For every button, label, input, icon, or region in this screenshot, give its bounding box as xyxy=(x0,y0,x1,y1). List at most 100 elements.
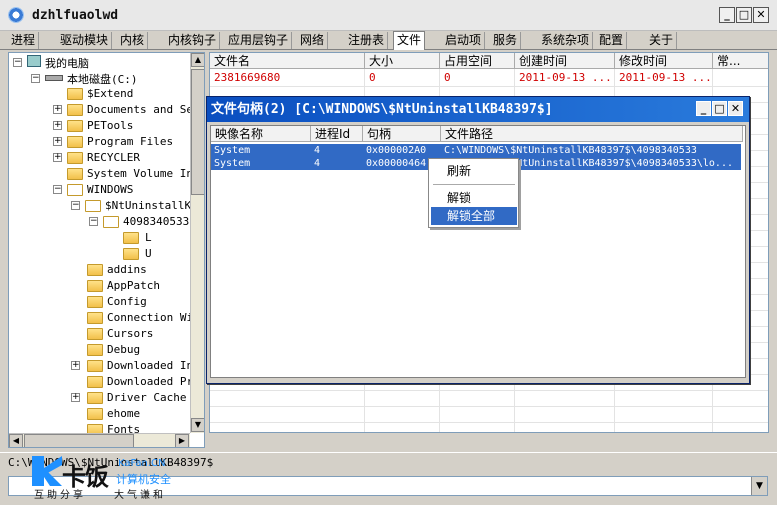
tree-node[interactable]: addins xyxy=(87,263,204,277)
watermark-slogan-right: 大气谦和 xyxy=(114,490,166,501)
folder-icon xyxy=(67,168,83,180)
folder-icon xyxy=(67,136,83,148)
tree-node[interactable]: Connection Wiz xyxy=(87,311,204,325)
folder-icon xyxy=(87,312,103,324)
tree-node[interactable]: Cursors xyxy=(87,327,204,341)
chevron-down-icon[interactable]: ▼ xyxy=(751,477,767,495)
tab-driver-modules[interactable]: 驱动模块 xyxy=(57,32,113,49)
expand-icon[interactable]: + xyxy=(53,105,62,114)
minimize-button[interactable]: _ xyxy=(719,7,735,23)
menu-separator xyxy=(433,184,515,185)
scroll-down-icon[interactable]: ▼ xyxy=(191,418,204,432)
folder-icon xyxy=(87,392,103,404)
tree-node[interactable]: + PETools xyxy=(53,119,203,133)
tab-kernel[interactable]: 内核 xyxy=(117,32,149,49)
collapse-icon[interactable]: − xyxy=(31,74,40,83)
scroll-left-icon[interactable]: ◀ xyxy=(9,434,23,447)
directory-tree[interactable]: − 我的电脑 − 本地磁盘(C:) $Extend + Documents and… xyxy=(8,52,205,448)
table-row[interactable]: System 4 0x000002A0 C:\WINDOWS\$NtUninst… xyxy=(211,144,741,157)
tree-label: 本地磁盘(C:) xyxy=(67,73,138,86)
tree-node[interactable]: ehome xyxy=(87,407,204,421)
cell-disk-usage: 0 xyxy=(444,71,451,84)
tab-startup[interactable]: 启动项 xyxy=(442,32,486,49)
column-header-file-path[interactable]: 文件路径 xyxy=(441,126,743,142)
tab-kernel-hooks[interactable]: 内核钩子 xyxy=(165,32,221,49)
tree-node-my-computer[interactable]: − 我的电脑 xyxy=(13,55,193,70)
cell-created: 2011-09-13 ... xyxy=(519,71,612,84)
expand-icon[interactable]: + xyxy=(53,153,62,162)
app-icon xyxy=(8,7,24,23)
tree-node[interactable]: + Driver Cache xyxy=(71,391,201,405)
tree-node[interactable]: Config xyxy=(87,295,204,309)
scroll-thumb[interactable] xyxy=(191,69,204,195)
tree-node[interactable]: System Volume Inf xyxy=(67,167,204,181)
tree-node[interactable]: $Extend xyxy=(67,87,204,101)
folder-icon xyxy=(67,88,83,100)
collapse-icon[interactable]: − xyxy=(71,201,80,210)
column-header-pid[interactable]: 进程Id xyxy=(311,126,363,142)
column-header-modified[interactable]: 修改时间 xyxy=(615,53,713,69)
scroll-right-icon[interactable]: ▶ xyxy=(175,434,189,447)
column-header-size[interactable]: 大小 xyxy=(365,53,440,69)
cell-file-path: C:\WINDOWS\$NtUninstallKB48397$\40983405… xyxy=(444,145,697,156)
tab-process[interactable]: 进程 xyxy=(8,32,40,49)
tab-about[interactable]: 关于 xyxy=(646,32,678,49)
tab-file[interactable]: 文件 xyxy=(393,31,426,50)
column-header-created[interactable]: 创建时间 xyxy=(515,53,615,69)
tab-config[interactable]: 配置 xyxy=(596,32,628,49)
tree-node-drive-c[interactable]: − 本地磁盘(C:) xyxy=(31,71,201,86)
scroll-thumb[interactable] xyxy=(24,434,134,447)
menu-item-unlock-all[interactable]: 解锁全部 xyxy=(431,207,517,225)
tree-node[interactable]: U xyxy=(123,247,183,261)
column-header-disk-usage[interactable]: 占用空间 xyxy=(440,53,515,69)
folder-icon xyxy=(67,120,83,132)
dialog-minimize-button[interactable]: _ xyxy=(696,101,711,116)
folder-icon xyxy=(87,376,103,388)
cell-pid: 4 xyxy=(314,145,321,156)
expand-icon[interactable]: + xyxy=(71,393,80,402)
menu-item-refresh[interactable]: 刷新 xyxy=(431,162,517,180)
column-header-image-name[interactable]: 映像名称 xyxy=(211,126,311,142)
tree-horizontal-scrollbar[interactable]: ◀ ▶ xyxy=(9,433,190,447)
maximize-button[interactable]: □ xyxy=(736,7,752,23)
expand-icon[interactable]: + xyxy=(53,121,62,130)
open-folder-icon xyxy=(85,200,101,212)
collapse-icon[interactable]: − xyxy=(13,58,22,67)
tree-node[interactable]: + Downloaded Ins xyxy=(71,359,201,373)
folder-icon xyxy=(87,408,103,420)
tree-node[interactable]: + RECYCLER xyxy=(53,151,203,165)
scroll-up-icon[interactable]: ▲ xyxy=(191,53,204,67)
tree-node[interactable]: Debug xyxy=(87,343,204,357)
menu-item-unlock[interactable]: 解锁 xyxy=(431,189,517,207)
tree-node[interactable]: + Program Files xyxy=(53,135,203,149)
tree-node[interactable]: AppPatch xyxy=(87,279,204,293)
watermark-slogan-left: 互助分享 xyxy=(34,490,86,501)
column-header-attributes[interactable]: 常... xyxy=(713,53,768,69)
title-bar: dzhlfuaolwd _ □ ✕ xyxy=(0,0,777,31)
collapse-icon[interactable]: − xyxy=(53,185,62,194)
tree-node-windows[interactable]: − WINDOWS xyxy=(53,183,203,197)
dialog-close-button[interactable]: ✕ xyxy=(728,101,743,116)
tab-app-hooks[interactable]: 应用层钩子 xyxy=(225,32,293,49)
expand-icon[interactable]: + xyxy=(53,137,62,146)
dialog-maximize-button[interactable]: □ xyxy=(712,101,727,116)
tree-node[interactable]: Downloaded Pro xyxy=(87,375,204,389)
tree-node[interactable]: + Documents and Se xyxy=(53,103,203,117)
tab-network[interactable]: 网络 xyxy=(297,32,329,49)
folder-icon xyxy=(87,328,103,340)
close-button[interactable]: ✕ xyxy=(753,7,769,23)
collapse-icon[interactable]: − xyxy=(89,217,98,226)
folder-icon xyxy=(87,264,103,276)
tree-node-ntuninstall[interactable]: − $NtUninstallKB xyxy=(71,199,201,213)
tree-vertical-scrollbar[interactable]: ▲ ▼ xyxy=(190,53,204,433)
column-header-filename[interactable]: 文件名 xyxy=(210,53,365,69)
window-title: dzhlfuaolwd xyxy=(32,8,119,23)
tab-system-misc[interactable]: 系统杂项 xyxy=(538,32,594,49)
tree-node[interactable]: −4098340533 xyxy=(89,215,204,229)
tab-services[interactable]: 服务 xyxy=(490,32,522,49)
folder-icon xyxy=(87,280,103,292)
column-header-handle[interactable]: 句柄 xyxy=(363,126,441,142)
expand-icon[interactable]: + xyxy=(71,361,80,370)
tab-registry[interactable]: 注册表 xyxy=(345,32,389,49)
tree-node[interactable]: L xyxy=(123,231,183,245)
